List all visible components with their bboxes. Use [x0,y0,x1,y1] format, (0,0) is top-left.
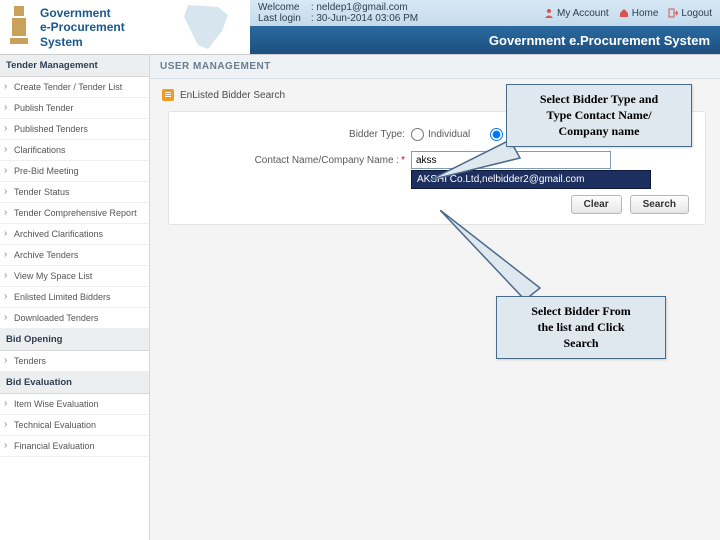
callout-select-bidder: Select Bidder From the list and Click Se… [496,296,666,359]
sidebar-item[interactable]: Tenders [0,351,149,372]
callout-tail-icon [430,140,540,190]
home-link[interactable]: Home [619,8,659,19]
sidebar-item[interactable]: Tender Comprehensive Report [0,203,149,224]
sidebar-item[interactable]: Item Wise Evaluation [0,394,149,415]
sidebar-item[interactable]: Archived Clarifications [0,224,149,245]
breadcrumb-text: EnListed Bidder Search [180,90,285,101]
sidebar-item[interactable]: Published Tenders [0,119,149,140]
brand-line: Government [40,6,160,20]
my-account-link[interactable]: My Account [544,8,609,19]
brand-line: e-Procurement [40,20,160,34]
document-icon [162,89,174,101]
sidebar-item[interactable]: Technical Evaluation [0,415,149,436]
search-button[interactable]: Search [630,195,689,214]
clear-button[interactable]: Clear [571,195,622,214]
brand-text: Government e-Procurement System [40,0,160,54]
home-icon [619,8,629,18]
welcome-label: Welcome [258,2,301,13]
sidebar-section-header: Bid Evaluation [0,372,149,394]
last-login: 30-Jun-2014 03:06 PM [316,13,418,24]
sidebar: Tender ManagementCreate Tender / Tender … [0,55,150,540]
system-title: Government e.Procurement System [489,33,710,48]
sidebar-item[interactable]: Clarifications [0,140,149,161]
logout-icon [668,8,678,18]
callout-tail-icon [440,210,570,310]
india-map-icon [160,0,250,54]
sidebar-item[interactable]: Archive Tenders [0,245,149,266]
app-header: Government e-Procurement System Welcome … [0,0,720,55]
sidebar-item[interactable]: View My Space List [0,266,149,287]
brand-line: System [40,35,160,49]
gov-emblem-icon [6,4,36,50]
sidebar-item[interactable]: Create Tender / Tender List [0,77,149,98]
bidder-type-label: Bidder Type: [185,129,405,140]
sidebar-section-header: Tender Management [0,55,149,77]
sidebar-item[interactable]: Downloaded Tenders [0,308,149,329]
sidebar-item[interactable]: Publish Tender [0,98,149,119]
lastlogin-label: Last login [258,13,301,24]
callout-bidder-type: Select Bidder Type and Type Contact Name… [506,84,692,147]
contact-label: Contact Name/Company Name :* [185,155,405,166]
sidebar-section-header: Bid Opening [0,329,149,351]
sidebar-item[interactable]: Tender Status [0,182,149,203]
page-heading: USER MANAGEMENT [150,55,720,79]
top-strip: Welcome Last login : neldep1@gmail.com :… [250,0,720,26]
logout-link[interactable]: Logout [668,8,712,19]
user-email: neldep1@gmail.com [316,2,407,13]
sidebar-item[interactable]: Pre-Bid Meeting [0,161,149,182]
user-icon [544,8,554,18]
system-titlebar: Government e.Procurement System [250,26,720,54]
sidebar-item[interactable]: Financial Evaluation [0,436,149,457]
sidebar-item[interactable]: Enlisted Limited Bidders [0,287,149,308]
